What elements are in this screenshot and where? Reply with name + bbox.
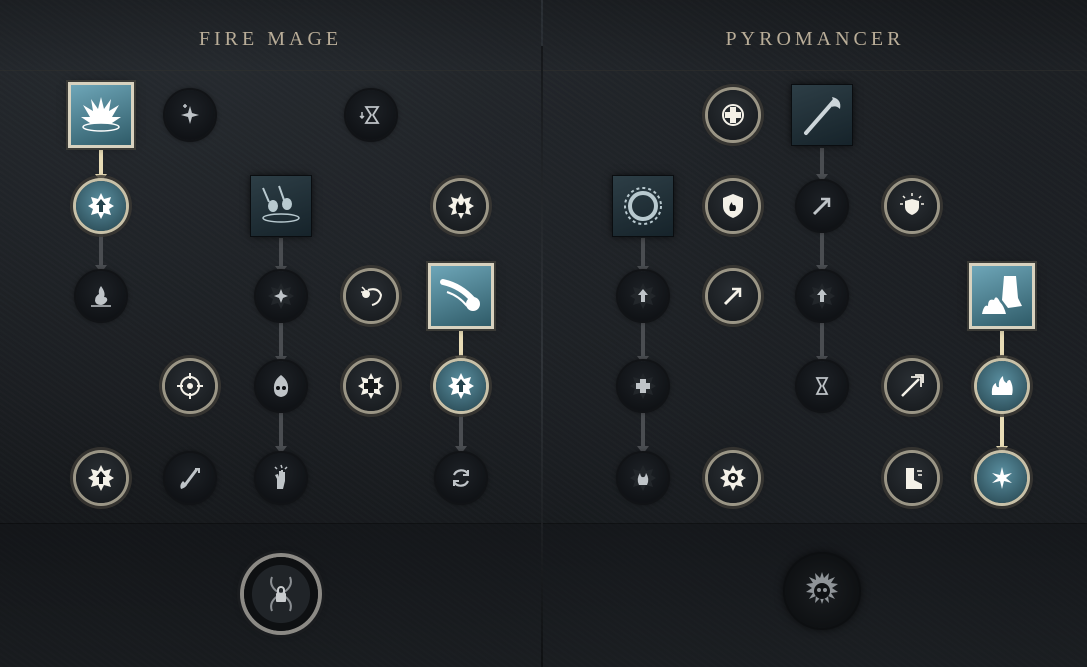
twin-flame-icon <box>630 465 656 491</box>
comet-spin-icon <box>361 286 383 306</box>
fire-skull-skill[interactable] <box>256 361 306 411</box>
skill-link <box>99 233 103 267</box>
skill-link <box>820 233 824 267</box>
skill-link <box>459 330 463 358</box>
comet-upgrade-skill[interactable] <box>436 361 486 411</box>
burst-icon <box>992 467 1012 489</box>
upgrade-badge-skill[interactable] <box>76 453 126 503</box>
upgrade-arrow-icon <box>809 283 835 309</box>
lock-vortex-icon <box>270 576 292 612</box>
comet-spin-skill[interactable] <box>346 271 396 321</box>
fire-arrow-skill[interactable] <box>797 181 847 231</box>
sparkle-badge-icon <box>268 283 294 309</box>
meteor-shower-icon <box>262 185 300 223</box>
twin-blaze-skill[interactable] <box>618 453 668 503</box>
flame-dash-icon <box>180 468 200 489</box>
sparkle-icon <box>181 104 199 124</box>
fire-staff-skill[interactable] <box>792 85 852 145</box>
flaming-skull-icon <box>806 572 838 604</box>
ring-upgrade-skill[interactable] <box>618 271 668 321</box>
flame-shield-icon <box>723 194 743 218</box>
trident-icon <box>901 374 924 397</box>
blaze-icon <box>991 376 1013 395</box>
sparkle-skill[interactable] <box>165 90 215 140</box>
upgrade-arrow-icon <box>448 373 474 399</box>
fire-staff-icon <box>804 97 841 135</box>
hourglass-icon <box>359 106 380 124</box>
fire-hand-skill[interactable] <box>256 453 306 503</box>
comet-icon <box>440 279 480 311</box>
skill-link <box>820 323 824 358</box>
burst-skill[interactable] <box>977 453 1027 503</box>
medical-cross-icon <box>722 104 744 126</box>
twin-flame-icon <box>448 193 474 219</box>
tree-title: FIRE MAGE <box>198 28 343 50</box>
skill-link <box>641 238 645 268</box>
upgrade-arrow-icon <box>88 193 114 219</box>
fire-boot-skill[interactable] <box>887 453 937 503</box>
skill-link <box>641 413 645 448</box>
cycle-skill[interactable] <box>436 453 486 503</box>
trident-skill[interactable] <box>887 361 937 411</box>
twin-flame-skill[interactable] <box>436 181 486 231</box>
meteor-shower-skill[interactable] <box>251 176 311 236</box>
hourglass-icon <box>815 377 829 395</box>
skill-link <box>820 148 824 176</box>
skill-link <box>99 148 103 176</box>
radiant-shield-icon <box>900 193 924 215</box>
fire-skull-icon <box>273 375 289 397</box>
blaze-skill[interactable] <box>977 361 1027 411</box>
skill-link <box>1000 413 1004 448</box>
cross-badge-skill[interactable] <box>346 361 396 411</box>
tree-header: PYROMANCER <box>543 0 1087 71</box>
fire-mage-tree: FIRE MAGE <box>0 0 541 667</box>
fire-stomp-skill[interactable] <box>972 266 1032 326</box>
fire-ring-skill[interactable] <box>613 176 673 236</box>
crosshair-icon <box>177 373 203 399</box>
target-skill[interactable] <box>165 361 215 411</box>
flame-burst-icon <box>81 97 121 132</box>
radiant-shield-skill[interactable] <box>887 181 937 231</box>
cross-badge-icon <box>630 373 656 399</box>
comet-skill[interactable] <box>431 266 491 326</box>
arrow-up-right-icon <box>723 287 742 306</box>
flame-dash-skill[interactable] <box>165 453 215 503</box>
hourglass-skill[interactable] <box>346 90 396 140</box>
upgrade-skill[interactable] <box>76 181 126 231</box>
skill-link <box>641 323 645 358</box>
burning-ground-icon <box>91 286 111 307</box>
cross-upgrade-skill[interactable] <box>618 361 668 411</box>
tree-title: PYROMANCER <box>725 28 905 50</box>
explosion-icon <box>720 465 746 491</box>
arrow-upgrade-skill[interactable] <box>797 271 847 321</box>
swift-arrow-skill[interactable] <box>708 271 758 321</box>
upgrade-arrow-icon <box>88 465 114 491</box>
fire-stomp-icon <box>982 276 1022 314</box>
upgrade-arrow-icon <box>630 283 656 309</box>
time-skill[interactable] <box>797 361 847 411</box>
skill-link <box>459 413 463 448</box>
skill-link <box>279 323 283 358</box>
fire-hand-icon <box>274 464 288 489</box>
flame-burst-skill[interactable] <box>71 85 131 145</box>
explosion-skill[interactable] <box>708 453 758 503</box>
boot-icon <box>906 468 922 489</box>
cross-badge-icon <box>358 373 384 399</box>
pyromancer-ultimate[interactable] <box>785 554 859 628</box>
skill-link <box>279 238 283 268</box>
sparkle-upgrade-skill[interactable] <box>256 271 306 321</box>
skill-link <box>1000 330 1004 358</box>
arrow-up-right-icon <box>812 197 831 216</box>
fire-ring-icon <box>624 187 662 225</box>
tree-header: FIRE MAGE <box>0 0 541 71</box>
cycle-arrows-icon <box>453 469 469 487</box>
pyromancer-tree: PYROMANCER <box>543 0 1087 667</box>
skill-link <box>279 413 283 448</box>
healing-cross-skill[interactable] <box>708 90 758 140</box>
burning-ground-skill[interactable] <box>76 271 126 321</box>
flame-shield-skill[interactable] <box>708 181 758 231</box>
fire-mage-ultimate-locked[interactable] <box>244 557 318 631</box>
